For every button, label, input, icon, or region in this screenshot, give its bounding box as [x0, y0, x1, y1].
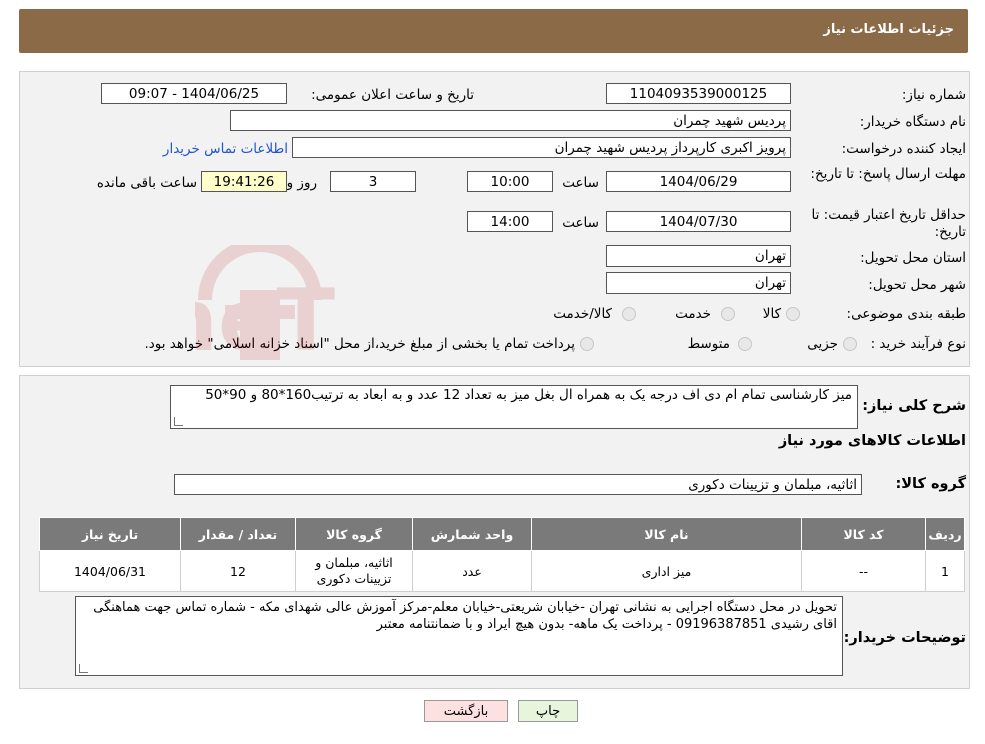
validity-label: حداقل تاریخ اعتبار قیمت: تا تاریخ:	[811, 207, 966, 240]
cell-unit: عدد	[412, 550, 532, 592]
category-goods-service-radio[interactable]	[622, 307, 636, 321]
cell-group: اثاثیه، مبلمان و تزیینات دکوری	[295, 550, 413, 592]
goods-group-field: اثاثیه، مبلمان و تزیینات دکوری	[174, 474, 862, 495]
deadline-label: مهلت ارسال پاسخ: تا تاریخ:	[810, 166, 966, 182]
col-unit: واحد شمارش	[412, 517, 532, 551]
summary-label: شرح کلی نیاز:	[862, 398, 966, 414]
city-label: شهر محل تحویل:	[868, 277, 966, 293]
category-service-label: خدمت	[675, 306, 711, 322]
category-service-radio[interactable]	[721, 307, 735, 321]
cell-code: --	[801, 550, 926, 592]
days-field: 3	[330, 171, 416, 192]
print-button[interactable]: چاپ	[518, 700, 578, 722]
resize-grip-icon[interactable]	[174, 417, 183, 426]
process-medium-label: متوسط	[687, 336, 730, 352]
creator-label: ایجاد کننده درخواست:	[841, 141, 966, 157]
validity-date-field: 1404/07/30	[606, 211, 791, 232]
process-minor-label: جزیی	[807, 336, 838, 352]
page-title: جزئیات اطلاعات نیاز	[823, 22, 954, 37]
goods-info-title: اطلاعات کالاهای مورد نیاز	[778, 433, 966, 449]
col-row: ردیف	[925, 517, 965, 551]
remaining-time-field: 19:41:26	[201, 171, 287, 192]
category-goods-label: کالا	[762, 306, 781, 322]
goods-group-label: گروه کالا:	[895, 476, 966, 492]
buyer-label: نام دستگاه خریدار:	[859, 114, 966, 130]
deadline-date-field: 1404/06/29	[606, 171, 791, 192]
col-code: کد کالا	[801, 517, 926, 551]
buyer-contact-link[interactable]: اطلاعات تماس خریدار	[163, 141, 288, 157]
buyer-notes-text: تحویل در محل دستگاه اجرایی به نشانی تهرا…	[75, 596, 843, 676]
process-note: پرداخت تمام یا بخشی از مبلغ خرید،از محل …	[144, 336, 575, 352]
need-number-field: 1104093539000125	[606, 83, 791, 104]
cell-name: میز اداری	[531, 550, 802, 592]
col-group: گروه کالا	[295, 517, 413, 551]
province-field: تهران	[606, 245, 791, 267]
validity-time-label: ساعت	[562, 215, 599, 231]
remaining-label: ساعت باقی مانده	[96, 175, 197, 191]
process-treasury-radio[interactable]	[580, 337, 594, 351]
buyer-notes-content: تحویل در محل دستگاه اجرایی به نشانی تهرا…	[93, 600, 837, 632]
city-field: تهران	[606, 272, 791, 294]
need-number-label: شماره نیاز:	[901, 87, 966, 103]
back-button[interactable]: بازگشت	[424, 700, 508, 722]
process-minor-radio[interactable]	[843, 337, 857, 351]
table-row: 1 -- میز اداری عدد اثاثیه، مبلمان و تزیی…	[39, 550, 965, 592]
resize-grip-icon[interactable]	[79, 664, 88, 673]
summary-text: میز کارشناسی تمام ام دی اف درجه یک به هم…	[170, 385, 858, 429]
goods-table: ردیف کد کالا نام کالا واحد شمارش گروه کا…	[39, 517, 965, 592]
announce-label: تاریخ و ساعت اعلان عمومی:	[311, 87, 474, 103]
validity-time-field: 14:00	[467, 211, 553, 232]
category-goods-service-label: کالا/خدمت	[553, 306, 612, 322]
summary-text-content: میز کارشناسی تمام ام دی اف درجه یک به هم…	[205, 387, 852, 403]
cell-date: 1404/06/31	[39, 550, 181, 592]
buyer-field: پردیس شهید چمران	[230, 110, 791, 131]
buyer-notes-label: توضیحات خریدار:	[843, 630, 966, 646]
days-label: روز و	[286, 175, 317, 191]
deadline-time-label: ساعت	[562, 175, 599, 191]
cell-qty: 12	[180, 550, 296, 592]
creator-field: پرویز اکبری کارپرداز پردیس شهید چمران	[292, 137, 791, 158]
process-medium-radio[interactable]	[738, 337, 752, 351]
deadline-time-field: 10:00	[467, 171, 553, 192]
page-header: جزئیات اطلاعات نیاز	[19, 9, 968, 53]
process-label: نوع فرآیند خرید :	[870, 336, 966, 352]
province-label: استان محل تحویل:	[860, 250, 966, 266]
cell-row: 1	[925, 550, 965, 592]
col-qty: تعداد / مقدار	[180, 517, 296, 551]
col-name: نام کالا	[531, 517, 802, 551]
col-date: تاریخ نیاز	[39, 517, 181, 551]
category-goods-radio[interactable]	[786, 307, 800, 321]
category-label: طبقه بندی موضوعی:	[846, 306, 966, 322]
announce-field: 1404/06/25 - 09:07	[101, 83, 287, 104]
